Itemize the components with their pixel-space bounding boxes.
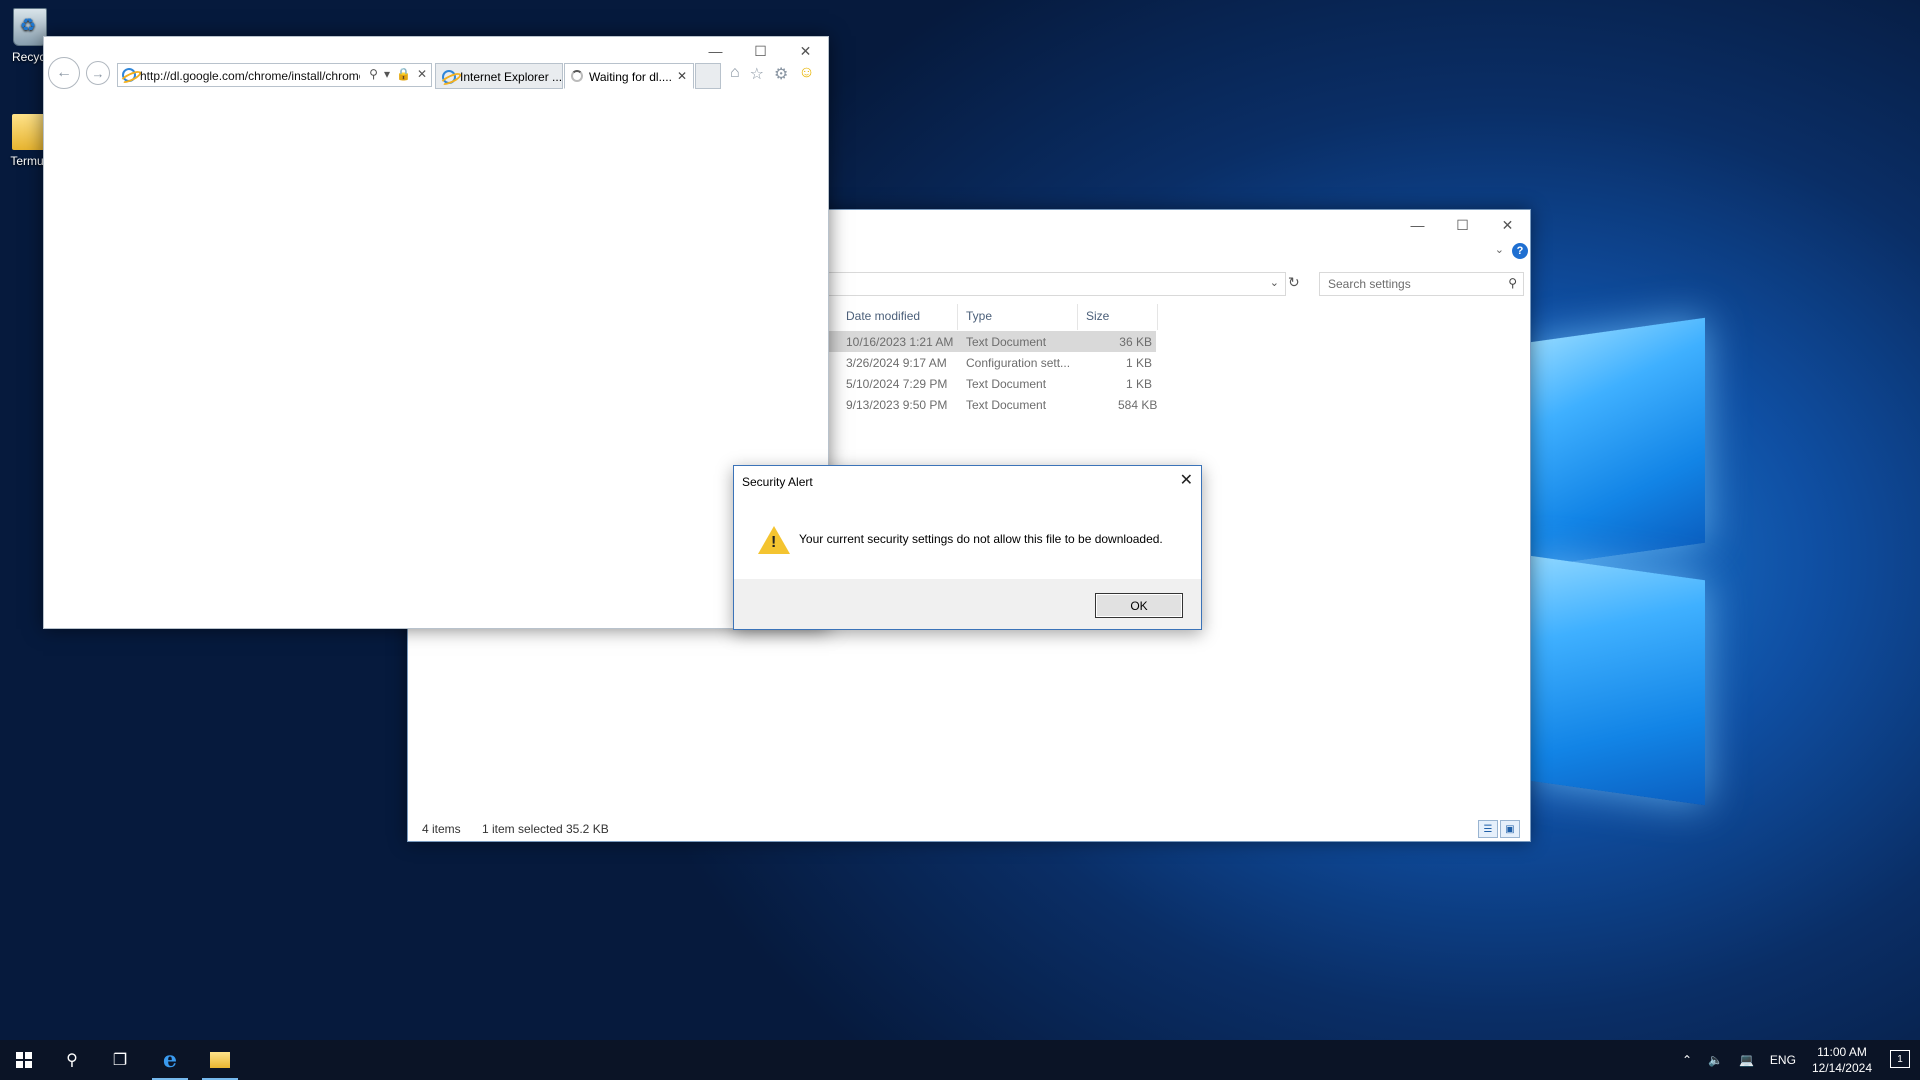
details-view-icon[interactable]: ☰ [1478, 820, 1498, 838]
tab-close-icon[interactable]: ✕ [677, 69, 687, 83]
notification-count: 1 [1897, 1053, 1903, 1065]
status-item-count: 4 items [422, 822, 461, 836]
tab-label: Waiting for dl.... [589, 70, 672, 84]
file-type: Text Document [966, 335, 1047, 349]
windows-start-icon [16, 1052, 32, 1068]
ok-button[interactable]: OK [1095, 593, 1183, 618]
address-url[interactable]: http://dl.google.com/chrome/install/chro… [140, 69, 360, 83]
lock-icon[interactable]: 🔒 [396, 67, 411, 81]
file-explorer-icon [210, 1052, 230, 1068]
volume-muted-icon[interactable]: 🔈 [1708, 1053, 1723, 1067]
tab-waiting[interactable]: Waiting for dl.... ✕ [564, 63, 694, 89]
status-selected: 1 item selected [482, 822, 563, 836]
dialog-title: Security Alert [742, 475, 813, 489]
search-icon: ⚲ [66, 1052, 78, 1069]
search-input[interactable]: Search settings ⚲ [1319, 272, 1524, 296]
file-type: Configuration sett... [966, 356, 1071, 370]
wallpaper-windows-logo [1530, 317, 1710, 806]
ie-page-icon [442, 70, 456, 84]
maximize-icon[interactable]: ☐ [1440, 210, 1485, 240]
file-type: Text Document [966, 377, 1047, 391]
start-button[interactable] [0, 1040, 48, 1080]
show-hidden-icons-chevron-icon[interactable]: ⌃ [1682, 1053, 1692, 1067]
help-icon[interactable]: ? [1512, 243, 1528, 259]
task-view-icon: ❐ [112, 1052, 128, 1069]
dialog-footer: OK [734, 579, 1201, 629]
loading-spinner-icon [571, 70, 583, 82]
file-size: 36 KB [1119, 335, 1152, 349]
stop-icon[interactable]: ✕ [417, 67, 427, 81]
home-icon[interactable]: ⌂ [730, 64, 740, 84]
file-date: 9/13/2023 9:50 PM [846, 398, 948, 412]
minimize-icon[interactable]: — [1395, 210, 1440, 240]
file-type: Text Document [966, 398, 1047, 412]
column-header-type[interactable]: Type [958, 304, 1078, 330]
file-date: 3/26/2024 9:17 AM [846, 356, 947, 370]
chevron-down-icon[interactable]: ⌄ [1270, 276, 1279, 289]
tab-internet-explorer[interactable]: Internet Explorer ... [435, 63, 563, 89]
language-indicator[interactable]: ENG [1770, 1053, 1796, 1067]
security-alert-dialog: Security Alert ✕ ! Your current security… [733, 465, 1202, 630]
file-date: 10/16/2023 1:21 AM [846, 335, 954, 349]
file-size: 1 KB [1125, 356, 1152, 370]
close-icon[interactable]: ✕ [783, 37, 828, 65]
minimize-icon[interactable]: — [693, 37, 738, 65]
clock-time: 11:00 AM [1817, 1045, 1867, 1059]
back-icon[interactable]: ← [48, 57, 80, 89]
taskbar: ⚲ ❐ e ⌃ 🔈 💻 ENG 11:00 AM 12/14/2024 1 [0, 1040, 1920, 1080]
explorer-status-bar: 4 items 1 item selected 35.2 KB ☰ ▣ [408, 817, 1530, 841]
favorites-star-icon[interactable]: ☆ [750, 64, 764, 84]
status-selected-size: 35.2 KB [566, 822, 609, 836]
tab-label: Internet Explorer ... [460, 70, 563, 84]
column-header-date-modified[interactable]: Date modified [838, 304, 958, 330]
chevron-down-icon[interactable]: ⌄ [1495, 243, 1504, 256]
refresh-icon[interactable]: ↻ [1288, 274, 1300, 291]
maximize-icon[interactable]: ☐ [738, 37, 783, 65]
forward-icon[interactable]: → [86, 61, 110, 85]
address-bar[interactable]: http://dl.google.com/chrome/install/chro… [117, 63, 432, 87]
column-header-size[interactable]: Size [1078, 304, 1158, 330]
dialog-message: Your current security settings do not al… [799, 532, 1163, 546]
taskbar-file-explorer[interactable] [196, 1040, 244, 1080]
action-center-icon[interactable]: 1 [1890, 1050, 1910, 1068]
warning-exclamation-icon: ! [771, 534, 777, 551]
taskbar-internet-explorer[interactable]: e [146, 1040, 194, 1080]
search-icon: ⚲ [1508, 276, 1517, 290]
search-button[interactable]: ⚲ [48, 1040, 96, 1080]
internet-explorer-window: — ☐ ✕ ← → http://dl.google.com/chrome/in… [43, 36, 829, 629]
task-view-button[interactable]: ❐ [96, 1040, 144, 1080]
ie-page-icon [122, 68, 136, 82]
close-icon[interactable]: ✕ [1485, 210, 1530, 240]
large-icons-view-icon[interactable]: ▣ [1500, 820, 1520, 838]
recycle-bin-icon [13, 8, 47, 46]
search-icon[interactable]: ⚲ [369, 67, 378, 81]
new-tab-button[interactable] [695, 63, 721, 89]
gear-icon[interactable]: ⚙ [774, 64, 788, 84]
internet-explorer-icon: e [163, 1047, 177, 1073]
network-icon[interactable]: 💻 [1739, 1053, 1754, 1067]
smiley-feedback-icon[interactable]: ☺ [798, 64, 814, 84]
chevron-down-icon[interactable]: ▾ [384, 67, 390, 81]
file-size: 584 KB [1118, 398, 1158, 412]
system-tray: ⌃ 🔈 💻 ENG 11:00 AM 12/14/2024 [1682, 1040, 1872, 1080]
clock[interactable]: 11:00 AM 12/14/2024 [1812, 1044, 1872, 1076]
clock-date: 12/14/2024 [1811, 1061, 1872, 1075]
file-date: 5/10/2024 7:29 PM [846, 377, 948, 391]
close-icon[interactable]: ✕ [1180, 470, 1193, 490]
search-placeholder: Search settings [1328, 277, 1411, 291]
file-size: 1 KB [1125, 377, 1152, 391]
